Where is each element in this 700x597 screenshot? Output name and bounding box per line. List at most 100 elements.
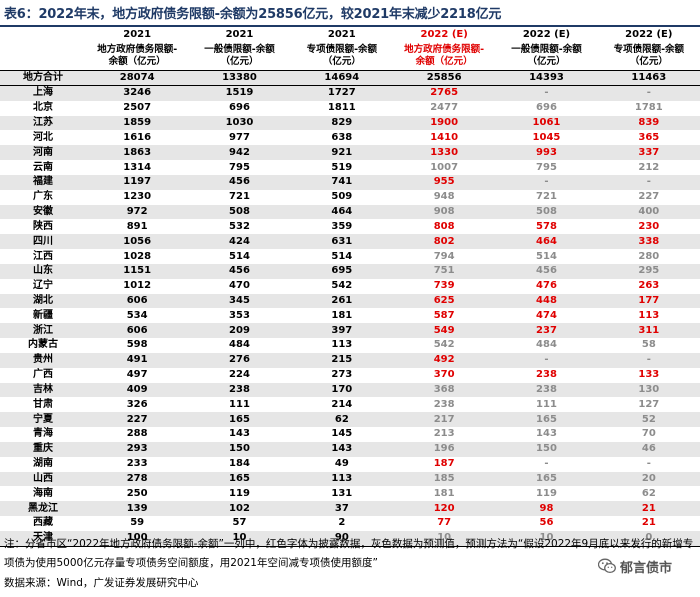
table-row: 吉林 409 238 170 368 238 130 xyxy=(0,382,700,398)
cell-value: 598 xyxy=(126,339,148,351)
cell-value: 62 xyxy=(641,487,656,499)
watermark-text: 郁言债市 xyxy=(620,560,673,576)
cell-value: 111 xyxy=(229,398,250,410)
cell-value: 638 xyxy=(331,131,353,143)
cell-value: 1007 xyxy=(430,161,459,173)
header-label: 专项债限额-余额 （亿元） xyxy=(306,44,378,67)
cell-value: 948 xyxy=(433,191,455,203)
header-year: 2022 (E) xyxy=(420,29,468,40)
cell-value: 184 xyxy=(229,458,250,470)
cell-value: 942 xyxy=(188,145,291,161)
cell-value: 273 xyxy=(331,369,353,381)
cell-value: 1197 xyxy=(86,174,189,190)
cell-value: 456 xyxy=(188,174,291,190)
header-label: 专项债限额-余额 （亿元） xyxy=(613,44,685,67)
cell-value: 28074 xyxy=(86,70,189,86)
cell-value: 280 xyxy=(638,250,660,262)
table-row: 黑龙江 139 102 37 120 98 21 xyxy=(0,501,700,517)
cell-value: 497 xyxy=(126,369,148,381)
cell-value: 77 xyxy=(437,517,452,529)
cell-value: 263 xyxy=(638,280,660,292)
row-name: 浙江 xyxy=(0,323,86,339)
cell-value: 1811 xyxy=(327,102,356,114)
cell-value: 49 xyxy=(334,458,349,470)
cell-value: 921 xyxy=(290,145,393,161)
cell-value: 37 xyxy=(290,501,393,517)
header-year: 2021 xyxy=(123,29,152,40)
row-name: 北京 xyxy=(33,102,53,114)
cell-value: 213 xyxy=(433,428,455,440)
cell-value: 133 xyxy=(638,369,660,381)
cell-value: 908 xyxy=(392,204,496,220)
cell-value: 1061 xyxy=(495,115,598,131)
cell-value: 57 xyxy=(232,517,247,529)
cell-value: 751 xyxy=(392,263,496,279)
cell-value: 353 xyxy=(229,309,250,321)
header-year: 2021 xyxy=(327,29,356,40)
header-year: 2021 xyxy=(225,29,254,40)
cell-value: 52 xyxy=(597,412,700,428)
cell-value: 802 xyxy=(392,234,496,250)
table-row: 安徽 972 508 464 908 508 400 xyxy=(0,204,700,220)
cell-value: 214 xyxy=(331,398,353,410)
cell-value: 1314 xyxy=(123,161,152,173)
cell-value: 739 xyxy=(433,280,455,292)
row-name: 安徽 xyxy=(0,204,86,220)
cell-value: 21 xyxy=(641,517,656,529)
cell-value: 456 xyxy=(188,263,291,279)
row-name: 西藏 xyxy=(33,517,53,529)
cell-value: 977 xyxy=(229,131,250,143)
cell-value: 337 xyxy=(597,145,700,161)
cell-value: 542 xyxy=(433,339,455,351)
cell-value: 534 xyxy=(126,309,148,321)
cell-value: 508 xyxy=(188,204,291,220)
cell-value: - xyxy=(544,458,549,470)
cell-value: 261 xyxy=(290,293,393,309)
cell-value: 170 xyxy=(290,382,393,398)
cell-value: 238 xyxy=(495,382,598,398)
cell-value: 120 xyxy=(392,501,496,517)
cell-value: 365 xyxy=(638,131,660,143)
table-row: 广东 1230 721 509 948 721 227 xyxy=(0,190,700,205)
cell-value: 111 xyxy=(536,398,557,410)
cell-value: - xyxy=(597,85,700,101)
table-row: 重庆 293 150 143 196 150 46 xyxy=(0,441,700,457)
table-row: 海南 250 119 131 181 119 62 xyxy=(0,486,700,501)
cell-value: 131 xyxy=(331,487,353,499)
table-row: 湖北 606 345 261 625 448 177 xyxy=(0,293,700,309)
cell-value: 196 xyxy=(392,441,496,457)
cell-value: 177 xyxy=(597,293,700,309)
table-row: 江西 1028 514 514 794 514 280 xyxy=(0,249,700,264)
cell-value: 311 xyxy=(597,323,700,339)
cell-value: - xyxy=(597,174,700,190)
cell-value: 1230 xyxy=(123,191,152,203)
cell-value: 276 xyxy=(188,352,291,368)
row-name: 云南 xyxy=(33,161,53,173)
row-name: 江西 xyxy=(33,250,53,262)
cell-value: 1056 xyxy=(86,234,189,250)
table-row: 山东 1151 456 695 751 456 295 xyxy=(0,263,700,279)
cell-value: 227 xyxy=(638,191,660,203)
cell-value: - xyxy=(495,85,598,101)
cell-value: 278 xyxy=(86,471,189,487)
row-name: 新疆 xyxy=(33,309,53,321)
cell-value: 143 xyxy=(229,428,250,440)
row-name: 甘肃 xyxy=(33,398,53,410)
cell-value: 955 xyxy=(392,174,496,190)
row-name: 广西 xyxy=(33,369,53,381)
cell-value: 165 xyxy=(188,471,291,487)
header-year-row: 2021 2021 2021 2022 (E) 2022 (E) 2022 (E… xyxy=(0,28,700,42)
table-row: 山西 278 165 113 185 165 20 xyxy=(0,471,700,487)
cell-value: 1519 xyxy=(188,85,291,101)
cell-value: 238 xyxy=(433,398,455,410)
cell-value: 165 xyxy=(495,471,598,487)
cell-value: 181 xyxy=(433,487,455,499)
row-name: 福建 xyxy=(0,174,86,190)
cell-value: 1028 xyxy=(123,250,152,262)
table-row: 内蒙古 598 484 113 542 484 58 xyxy=(0,338,700,353)
cell-value: 150 xyxy=(495,441,598,457)
cell-value: 165 xyxy=(495,412,598,428)
cell-value: 58 xyxy=(641,339,656,351)
cell-value: 448 xyxy=(495,293,598,309)
cell-value: 631 xyxy=(290,234,393,250)
